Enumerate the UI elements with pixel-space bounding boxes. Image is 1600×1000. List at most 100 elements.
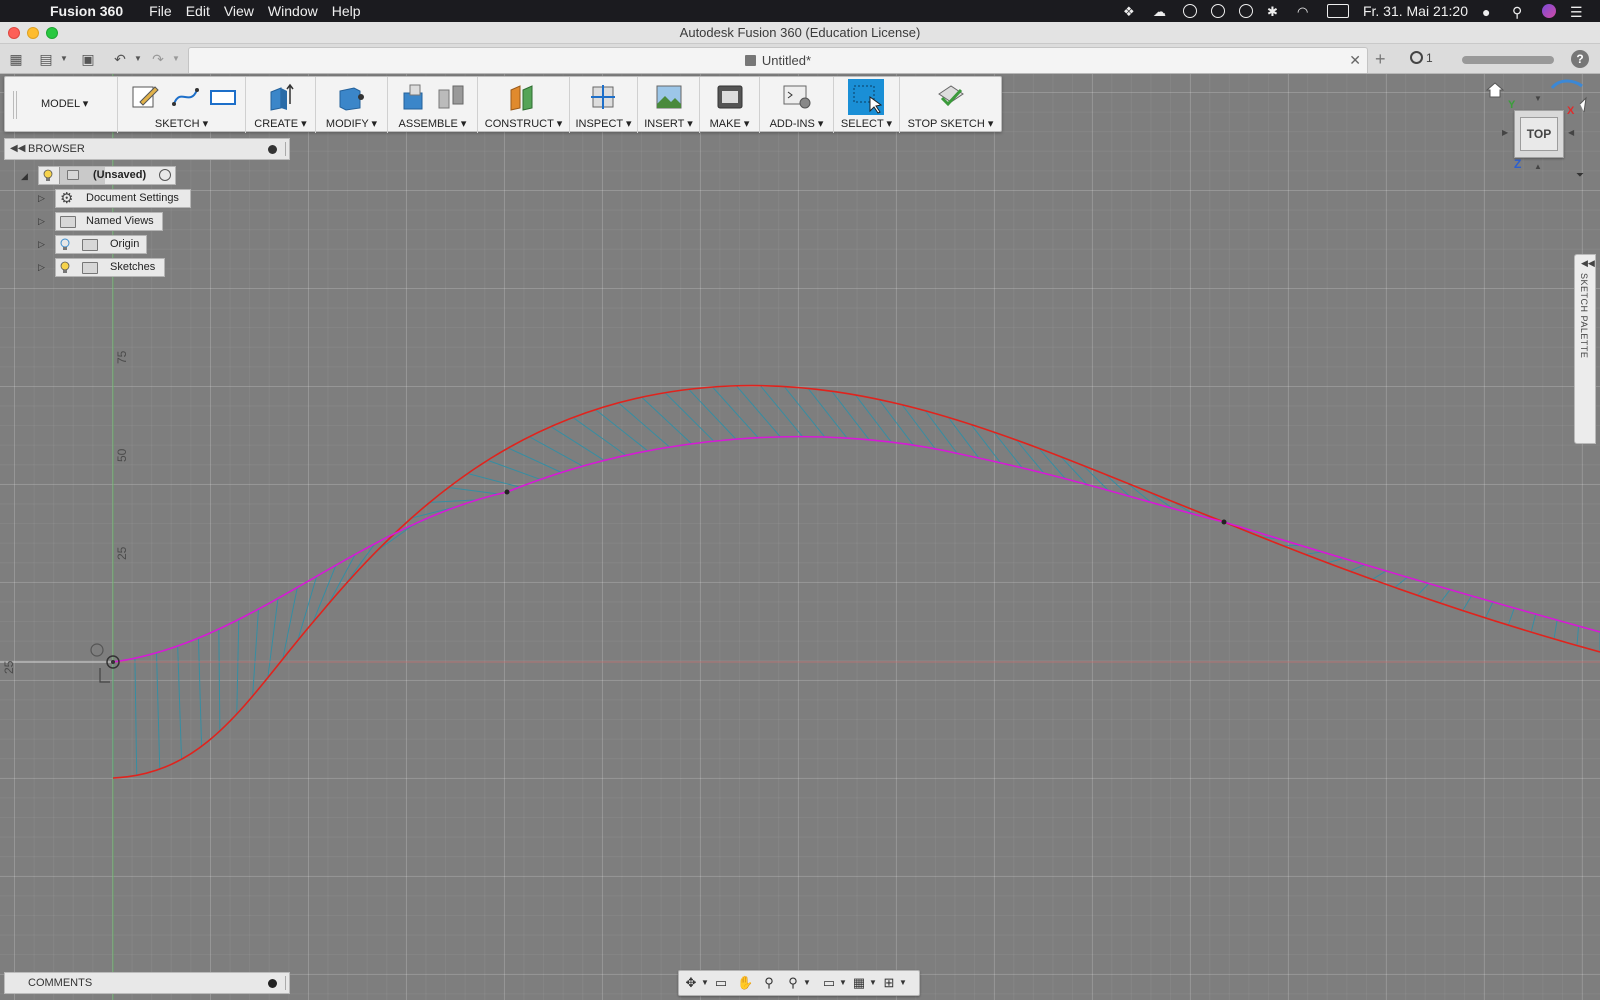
wifi-icon[interactable]: ◠ — [1297, 4, 1313, 19]
canvas-image-icon[interactable] — [654, 82, 684, 112]
grid-settings-dropdown-icon[interactable]: ▼ — [865, 975, 881, 991]
file-menu-icon[interactable]: ▤ — [38, 51, 54, 67]
spline-fit-point[interactable] — [504, 489, 510, 495]
look-at-icon[interactable]: ▭ — [713, 975, 729, 991]
siri-icon[interactable] — [1542, 4, 1556, 18]
account-name-redacted[interactable] — [1462, 56, 1554, 64]
visibility-bulb-icon[interactable] — [43, 169, 53, 183]
toolbar-group-construct[interactable]: CONSTRUCT ▾ — [477, 77, 569, 133]
browser-resize-handle[interactable] — [285, 142, 287, 156]
file-menu-dropdown-icon[interactable]: ▼ — [56, 51, 72, 67]
expand-named-views-icon[interactable]: ▷ — [38, 216, 45, 227]
job-status[interactable]: 1 — [1410, 51, 1433, 65]
expand-origin-icon[interactable]: ▷ — [38, 239, 45, 250]
visibility-bulb-off-icon[interactable] — [60, 238, 70, 252]
window-minimize-button[interactable] — [27, 27, 39, 39]
create-sketch-icon[interactable] — [130, 82, 160, 112]
expand-palette-icon[interactable]: ◀◀ — [1581, 258, 1595, 269]
measure-icon[interactable] — [588, 82, 618, 112]
viewcube-arrow-right-icon[interactable]: ◀ — [1568, 128, 1574, 137]
home-view-icon[interactable] — [1486, 82, 1504, 98]
viewcube-menu-icon[interactable]: ⏷ — [1576, 170, 1584, 181]
browser-item-sketches[interactable]: Sketches — [55, 258, 165, 277]
toolbar-group-stop-sketch[interactable]: STOP SKETCH ▾ — [899, 77, 1001, 133]
browser-panel-header[interactable]: ◀◀ BROWSER — [4, 138, 290, 160]
zoom-icon[interactable]: ⚲ — [761, 975, 777, 991]
toolbar-group-modify[interactable]: MODIFY ▾ — [315, 77, 387, 133]
new-component-icon[interactable] — [400, 82, 430, 112]
activate-component-icon[interactable] — [159, 169, 171, 181]
undo-dropdown-icon[interactable]: ▼ — [130, 51, 146, 67]
toolbar-group-insert[interactable]: INSERT ▾ — [637, 77, 699, 133]
expand-doc-settings-icon[interactable]: ▷ — [38, 193, 45, 204]
data-panel-grid-icon[interactable]: ▦ — [8, 51, 24, 67]
toolbar-group-inspect[interactable]: INSPECT ▾ — [569, 77, 637, 133]
help-icon[interactable]: ? — [1571, 50, 1589, 68]
offset-plane-icon[interactable] — [508, 82, 538, 112]
browser-root-item[interactable]: (Unsaved) — [38, 166, 176, 185]
redo-icon[interactable]: ↷ — [150, 51, 166, 67]
close-tab-icon[interactable]: ✕ — [1349, 48, 1361, 73]
menu-file[interactable]: File — [149, 3, 186, 19]
tab-document[interactable]: Untitled* ✕ — [188, 47, 1368, 73]
notification-center-icon[interactable]: ☰ — [1570, 4, 1586, 20]
origin-marker[interactable] — [90, 643, 120, 683]
browser-item-document-settings[interactable]: ⚙ Document Settings — [55, 189, 191, 208]
joint-icon[interactable] — [436, 82, 466, 112]
window-zoom-button[interactable] — [46, 27, 58, 39]
spotlight-search-icon[interactable]: ⚲ — [1512, 4, 1528, 20]
workspace-switcher[interactable]: MODEL ▾ — [41, 97, 88, 110]
time-machine-icon[interactable] — [1238, 4, 1253, 18]
press-pull-icon[interactable] — [336, 82, 366, 112]
dropbox-icon[interactable]: ❖ — [1123, 4, 1139, 19]
spline-fit-point[interactable] — [1221, 519, 1227, 525]
zoom-dropdown-icon[interactable]: ▼ — [799, 975, 815, 991]
toolbar-grip[interactable] — [13, 91, 17, 119]
pan-hand-icon[interactable]: ✋ — [737, 975, 753, 991]
toolbar-group-assemble[interactable]: ASSEMBLE ▾ — [387, 77, 477, 133]
browser-item-named-views[interactable]: Named Views — [55, 212, 163, 231]
browser-item-origin[interactable]: Origin — [55, 235, 147, 254]
sketch-palette-tab[interactable]: ◀◀ SKETCH PALETTE — [1574, 254, 1596, 444]
rectangle-tool-icon[interactable] — [208, 82, 238, 112]
cloud-sync-icon[interactable]: ☁ — [1153, 4, 1169, 19]
new-tab-icon[interactable]: + — [1375, 50, 1386, 68]
toolbar-group-sketch[interactable]: SKETCH ▾ — [117, 77, 245, 133]
3d-print-icon[interactable] — [715, 82, 745, 112]
menu-app-name[interactable]: Fusion 360 — [50, 3, 149, 19]
viewcube-face-top[interactable]: TOP — [1520, 117, 1558, 151]
viewports-dropdown-icon[interactable]: ▼ — [895, 975, 911, 991]
menu-view[interactable]: View — [224, 3, 268, 19]
toolbar-group-addins[interactable]: ADD-INS ▾ — [759, 77, 833, 133]
scripts-addins-icon[interactable] — [782, 82, 812, 112]
expand-root-icon[interactable]: ◢ — [21, 171, 28, 182]
info-status-icon[interactable] — [1182, 4, 1197, 18]
glasses-icon[interactable] — [1210, 4, 1225, 18]
display-settings-dropdown-icon[interactable]: ▼ — [835, 975, 851, 991]
toolbar-group-create[interactable]: CREATE ▾ — [245, 77, 315, 133]
user-icon[interactable]: ● — [1482, 4, 1498, 20]
window-close-button[interactable] — [8, 27, 20, 39]
select-tool-icon[interactable] — [848, 79, 884, 115]
battery-icon[interactable] — [1326, 4, 1349, 18]
toolbar-group-make[interactable]: MAKE ▾ — [699, 77, 759, 133]
comments-panel-header[interactable]: COMMENTS — [4, 972, 290, 994]
expand-sketches-icon[interactable]: ▷ — [38, 262, 45, 273]
extrude-icon[interactable] — [266, 82, 296, 112]
viewcube-arrow-up-icon[interactable]: ▼ — [1534, 94, 1542, 103]
toolbar-group-select[interactable]: SELECT ▾ — [833, 77, 899, 133]
comments-resize-handle[interactable] — [285, 976, 287, 990]
bluetooth-icon[interactable]: ✱ — [1267, 4, 1283, 19]
collapse-browser-icon[interactable]: ◀◀ — [10, 139, 25, 159]
visibility-bulb-icon[interactable] — [60, 261, 70, 275]
comments-add-icon[interactable] — [268, 979, 277, 988]
finish-sketch-icon[interactable] — [936, 82, 966, 112]
viewcube[interactable]: TOP — [1514, 110, 1564, 158]
redo-dropdown-icon[interactable]: ▼ — [168, 51, 184, 67]
browser-pin-icon[interactable] — [268, 145, 277, 154]
menu-window[interactable]: Window — [268, 3, 332, 19]
menubar-clock[interactable]: Fr. 31. Mai 21:20 — [1363, 3, 1468, 19]
viewcube-arrow-down-icon[interactable]: ▲ — [1534, 162, 1542, 171]
menu-edit[interactable]: Edit — [186, 3, 224, 19]
undo-icon[interactable]: ↶ — [112, 51, 128, 67]
